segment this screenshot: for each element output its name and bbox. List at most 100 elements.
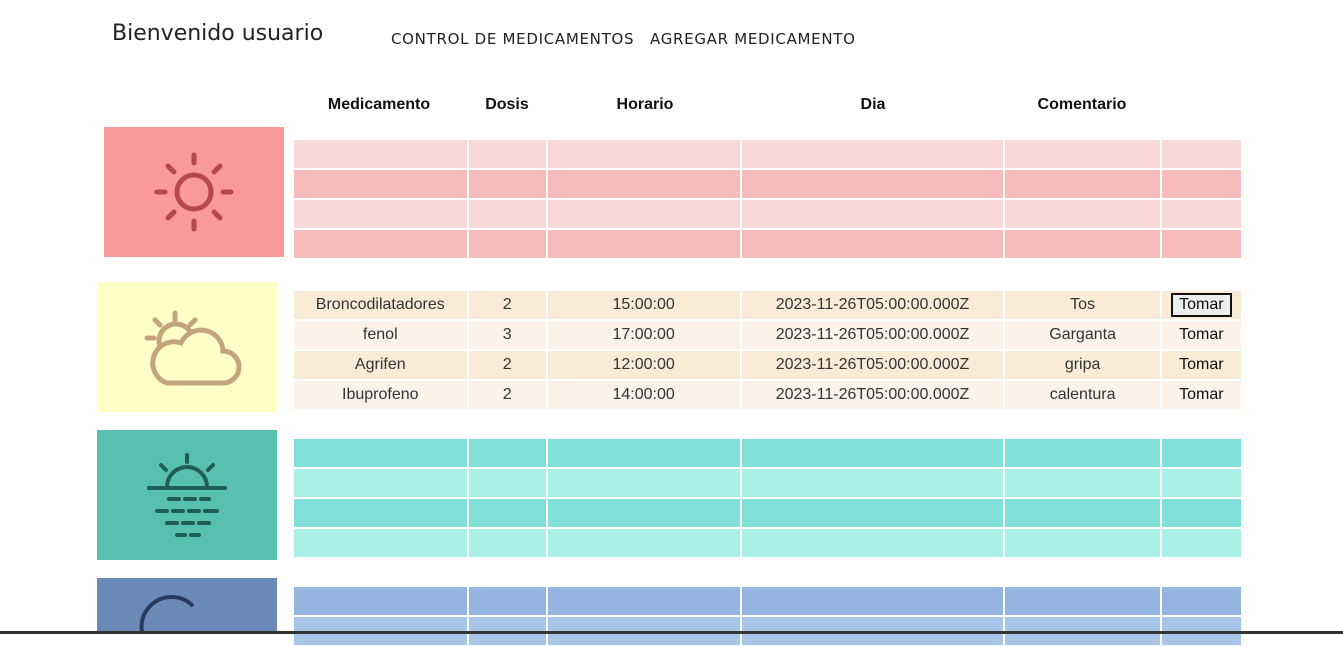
cell-dia: 2023-11-26T05:00:00.000Z <box>739 289 1006 321</box>
table-row <box>292 198 1244 230</box>
cell-medicamento <box>292 585 469 617</box>
cell-dosis <box>466 585 548 617</box>
cell-dia: 2023-11-26T05:00:00.000Z <box>739 379 1006 411</box>
cell-horario: 12:00:00 <box>545 349 742 381</box>
cell-medicamento <box>292 198 469 230</box>
cell-dia: 2023-11-26T05:00:00.000Z <box>739 349 1006 381</box>
morning-table <box>292 138 1244 260</box>
cell-medicamento <box>292 138 469 170</box>
action-cell <box>1159 497 1244 529</box>
tomar-button[interactable]: Tomar <box>1173 354 1229 376</box>
cell-dosis <box>466 228 548 260</box>
cell-dia <box>739 467 1006 499</box>
cell-dosis: 3 <box>466 319 548 351</box>
cell-comentario <box>1003 585 1162 617</box>
cell-dia <box>739 585 1006 617</box>
cell-dia: 2023-11-26T05:00:00.000Z <box>739 319 1006 351</box>
cell-medicamento <box>292 228 469 260</box>
action-cell <box>1159 138 1244 170</box>
nav-control-medicamentos[interactable]: CONTROL DE MEDICAMENTOS <box>391 30 634 48</box>
table-row <box>292 168 1244 200</box>
sun-icon <box>154 152 234 232</box>
cell-dia <box>739 198 1006 230</box>
night-table <box>292 585 1244 647</box>
cell-dosis <box>466 168 548 200</box>
action-cell <box>1159 228 1244 260</box>
partly-cloudy-icon <box>144 310 242 386</box>
cell-comentario: gripa <box>1003 349 1162 381</box>
action-cell: Tomar <box>1159 289 1244 321</box>
cell-medicamento <box>292 467 469 499</box>
afternoon-panel <box>97 282 277 412</box>
cell-comentario <box>1003 138 1162 170</box>
table-row <box>292 467 1244 499</box>
action-cell <box>1159 168 1244 200</box>
table-row <box>292 228 1244 260</box>
action-cell: Tomar <box>1159 349 1244 381</box>
table-row <box>292 585 1244 617</box>
cell-horario <box>545 467 742 499</box>
tomar-button[interactable]: Tomar <box>1173 384 1229 406</box>
cell-comentario: calentura <box>1003 379 1162 411</box>
cell-horario: 15:00:00 <box>545 289 742 321</box>
table-row <box>292 527 1244 559</box>
action-cell <box>1159 437 1244 469</box>
cell-dia <box>739 228 1006 260</box>
cell-dosis <box>466 437 548 469</box>
action-cell: Tomar <box>1159 319 1244 351</box>
evening-table <box>292 437 1244 559</box>
cell-dia <box>739 497 1006 529</box>
action-cell <box>1159 585 1244 617</box>
cell-comentario: Tos <box>1003 289 1162 321</box>
cell-dosis: 2 <box>466 379 548 411</box>
cell-dosis: 2 <box>466 289 548 321</box>
cell-comentario: Garganta <box>1003 319 1162 351</box>
action-cell <box>1159 527 1244 559</box>
table-row <box>292 138 1244 170</box>
nav-agregar-medicamento[interactable]: AGREGAR MEDICAMENTO <box>650 30 856 48</box>
cell-dia <box>739 527 1006 559</box>
cell-horario <box>545 437 742 469</box>
cell-medicamento: Broncodilatadores <box>292 289 469 321</box>
cell-dosis <box>466 198 548 230</box>
cell-horario <box>545 527 742 559</box>
cell-dia <box>739 138 1006 170</box>
cell-medicamento: Ibuprofeno <box>292 379 469 411</box>
morning-panel <box>104 127 284 257</box>
cell-dia <box>739 168 1006 200</box>
action-cell <box>1159 467 1244 499</box>
table-row: fenol 3 17:00:00 2023-11-26T05:00:00.000Z Ga… <box>292 319 1244 351</box>
cell-medicamento <box>292 168 469 200</box>
action-cell <box>1159 198 1244 230</box>
evening-panel <box>97 430 277 560</box>
cell-medicamento: fenol <box>292 319 469 351</box>
tomar-button[interactable]: Tomar <box>1171 293 1232 317</box>
column-header-dia: Dia <box>860 96 886 113</box>
cell-comentario <box>1003 198 1162 230</box>
cell-horario <box>545 228 742 260</box>
cell-horario: 14:00:00 <box>545 379 742 411</box>
cell-dia <box>739 437 1006 469</box>
cell-horario <box>545 585 742 617</box>
table-row <box>292 497 1244 529</box>
moon-icon <box>139 595 195 634</box>
sunset-icon <box>147 453 227 537</box>
cell-comentario <box>1003 497 1162 529</box>
column-header-medicamento: Medicamento <box>327 96 431 113</box>
tomar-button[interactable]: Tomar <box>1173 324 1229 346</box>
welcome-title: Bienvenido usuario <box>112 21 324 46</box>
cell-medicamento: Agrifen <box>292 349 469 381</box>
cell-comentario <box>1003 467 1162 499</box>
cell-horario <box>545 168 742 200</box>
table-row: Agrifen 2 12:00:00 2023-11-26T05:00:00.000Z… <box>292 349 1244 381</box>
cell-horario <box>545 138 742 170</box>
cell-dosis <box>466 467 548 499</box>
cell-medicamento <box>292 437 469 469</box>
table-row: Ibuprofeno 2 14:00:00 2023-11-26T05:00:00.0… <box>292 379 1244 411</box>
cell-comentario <box>1003 228 1162 260</box>
cell-horario: 17:00:00 <box>545 319 742 351</box>
cell-dosis: 2 <box>466 349 548 381</box>
night-panel <box>97 578 277 634</box>
action-cell: Tomar <box>1159 379 1244 411</box>
cell-dosis <box>466 138 548 170</box>
